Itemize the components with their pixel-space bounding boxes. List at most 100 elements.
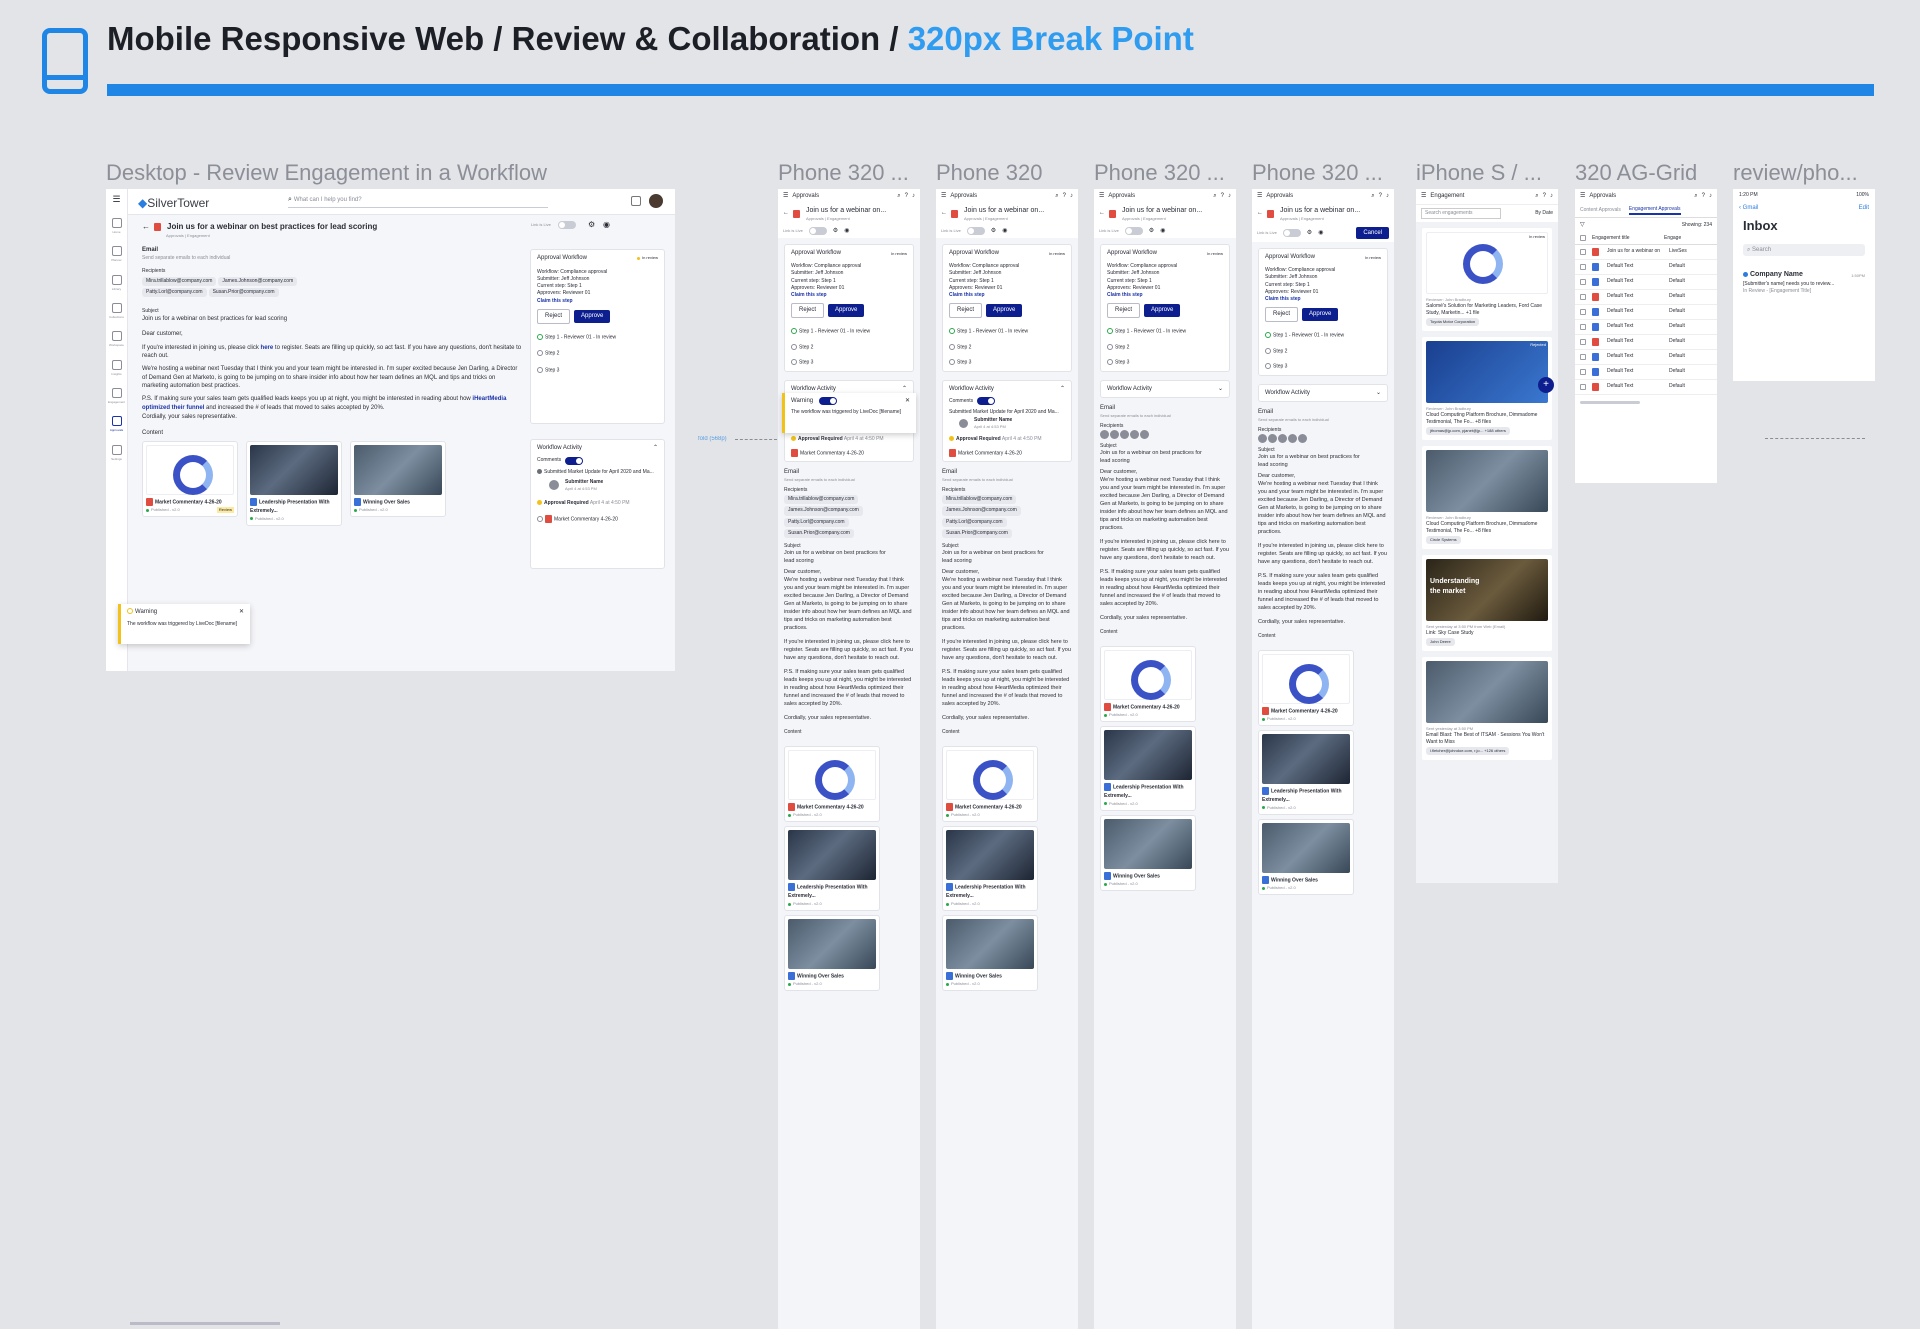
- add-fab-button[interactable]: +: [1538, 377, 1554, 394]
- recipient-avatar-icon[interactable]: [1100, 430, 1109, 440]
- help-icon[interactable]: ?: [1221, 192, 1224, 201]
- approvals-icon[interactable]: [111, 416, 122, 427]
- frame-label-phone-2[interactable]: Phone 320: [936, 160, 1076, 186]
- back-arrow-icon[interactable]: ←: [783, 209, 789, 218]
- row-checkbox[interactable]: [1580, 323, 1586, 330]
- content-card[interactable]: Market Commentary 4-26-20 Published - v2.…: [1100, 646, 1196, 723]
- grid-row[interactable]: Default Text Default: [1575, 380, 1717, 395]
- approvals-tab[interactable]: Approvals: [950, 192, 1051, 201]
- search-icon[interactable]: ⌕: [1055, 192, 1058, 201]
- recipient-chip[interactable]: James.Johnson@company.com: [218, 276, 298, 286]
- bell-icon[interactable]: ♪: [1550, 192, 1553, 201]
- content-card[interactable]: Market Commentary 4-26-20 Published - v2.…: [1258, 650, 1354, 727]
- help-icon[interactable]: ?: [1379, 192, 1382, 201]
- settings-gear-icon[interactable]: ⚙: [833, 227, 838, 236]
- frame-label-phone-3[interactable]: Phone 320 ...: [1094, 160, 1234, 186]
- reject-button[interactable]: Reject: [537, 308, 571, 324]
- reject-button[interactable]: Reject: [949, 303, 983, 318]
- link-live-toggle[interactable]: [808, 226, 827, 235]
- sidebar-item-engagement[interactable]: Engagement: [106, 400, 127, 404]
- breadcrumb[interactable]: Approvals | Engagement: [1280, 216, 1360, 222]
- search-icon[interactable]: ⌕: [1213, 192, 1216, 201]
- recipient-chip[interactable]: Susan.Prior@company.com: [784, 528, 854, 539]
- grid-row[interactable]: Default Text Default: [1575, 350, 1717, 365]
- settings-gear-icon[interactable]: ⚙: [991, 227, 996, 236]
- content-card[interactable]: Winning Over Sales Published - v2.0: [1258, 818, 1354, 895]
- row-checkbox[interactable]: [1580, 248, 1586, 255]
- recipient-avatar-icon[interactable]: [1140, 430, 1149, 440]
- recipient-chip[interactable]: Susan.Prior@company.com: [208, 287, 279, 298]
- recipient-chip[interactable]: Susan.Prior@company.com: [942, 528, 1012, 539]
- bell-icon[interactable]: ♪: [912, 192, 915, 201]
- bell-icon[interactable]: ♪: [1709, 192, 1712, 201]
- reject-button[interactable]: Reject: [1107, 303, 1141, 318]
- comments-toggle[interactable]: [565, 456, 584, 465]
- search-icon[interactable]: ⌕: [1694, 192, 1697, 201]
- search-icon[interactable]: ⌕: [897, 192, 900, 201]
- column-header[interactable]: Engage: [1664, 235, 1681, 242]
- inbox-message[interactable]: Company Name 1:50PM [Submitter's name] ne…: [1733, 262, 1875, 303]
- bell-icon[interactable]: ♪: [1228, 192, 1231, 201]
- breadcrumb[interactable]: Approvals | Engagement: [806, 216, 886, 222]
- row-checkbox[interactable]: [1580, 293, 1586, 300]
- approvals-tab[interactable]: Approvals: [1266, 192, 1367, 201]
- frame-label-aggrid[interactable]: 320 AG-Grid: [1575, 160, 1705, 186]
- engagement-card[interactable]: In review Reviewer: John Bradbury Salomé's…: [1422, 227, 1552, 332]
- filter-icon[interactable]: ▽: [1580, 221, 1585, 230]
- approve-button[interactable]: Approve: [1144, 304, 1181, 317]
- back-arrow-icon[interactable]: ←: [1099, 209, 1105, 218]
- content-card[interactable]: Market Commentary 4-26-20 Published - v2.…: [784, 746, 880, 823]
- help-icon[interactable]: ?: [905, 192, 908, 201]
- grid-row[interactable]: Default Text Default: [1575, 320, 1717, 335]
- engagement-approvals-tab[interactable]: Engagement Approvals: [1628, 206, 1681, 215]
- settings-icon[interactable]: [111, 444, 122, 455]
- reject-button[interactable]: Reject: [1265, 307, 1299, 322]
- menu-icon[interactable]: ☰: [1580, 192, 1585, 201]
- horizontal-scrollbar[interactable]: [1580, 400, 1640, 404]
- register-link[interactable]: here: [261, 345, 274, 351]
- frame-label-iphone-s[interactable]: iPhone S / ...: [1416, 160, 1546, 186]
- activity-item[interactable]: Market Commentary 4-26-20: [554, 517, 618, 523]
- sidebar-item-workspace[interactable]: Workspace: [106, 343, 127, 347]
- sidebar-item-collections[interactable]: Collections: [106, 315, 127, 319]
- sidebar-item-home[interactable]: Home: [106, 230, 127, 234]
- breadcrumb[interactable]: Approvals | Engagement: [1122, 216, 1202, 222]
- approvals-tab[interactable]: Approvals: [792, 192, 893, 201]
- engagement-icon[interactable]: [111, 388, 122, 399]
- row-checkbox[interactable]: [1580, 353, 1586, 360]
- recipient-chip[interactable]: James.Johnson@company.com: [784, 506, 863, 516]
- content-card[interactable]: Leadership Presentation With Extremely..…: [246, 440, 342, 526]
- recipient-avatar-icon[interactable]: [1288, 434, 1297, 444]
- recipient-chip[interactable]: Mira.trillablow@company.com: [942, 495, 1017, 505]
- engagement-card[interactable]: Sent yesterday at 3:50 PM Email Blast: Th…: [1422, 657, 1552, 761]
- menu-icon[interactable]: ☰: [941, 192, 946, 201]
- claim-step-link[interactable]: Claim this step: [949, 292, 1065, 299]
- menu-icon[interactable]: ☰: [1257, 192, 1262, 201]
- approve-button[interactable]: Approve: [828, 304, 865, 317]
- claim-step-link[interactable]: Claim this step: [537, 298, 658, 305]
- row-checkbox[interactable]: [1580, 263, 1586, 270]
- recipient-chip[interactable]: Patty.Lorl@company.com: [142, 287, 207, 298]
- recipient-avatar-icon[interactable]: [1110, 430, 1119, 440]
- content-card[interactable]: Leadership Presentation With Extremely..…: [1258, 730, 1354, 815]
- row-checkbox[interactable]: [1580, 383, 1586, 390]
- planner-icon[interactable]: [111, 246, 122, 257]
- menu-icon[interactable]: ☰: [1099, 192, 1104, 201]
- chevron-icon[interactable]: ⌃: [1060, 385, 1065, 394]
- frame-label-phone-4[interactable]: Phone 320 ...: [1252, 160, 1392, 186]
- canvas-scrollbar[interactable]: [130, 1322, 280, 1325]
- grid-row[interactable]: Default Text Default: [1575, 260, 1717, 275]
- frame-label-phone-1[interactable]: Phone 320 ...: [778, 160, 918, 186]
- recipient-chip[interactable]: James.Johnson@company.com: [942, 506, 1021, 516]
- claim-step-link[interactable]: Claim this step: [1107, 292, 1223, 299]
- grid-row[interactable]: Default Text Default: [1575, 290, 1717, 305]
- grid-row[interactable]: Default Text Default: [1575, 335, 1717, 350]
- search-input[interactable]: ⌕ What can I help you find?: [288, 195, 548, 208]
- recipient-chip[interactable]: Mira.trillablow@company.com: [142, 276, 217, 286]
- collections-icon[interactable]: [111, 303, 122, 314]
- content-card[interactable]: Market Commentary 4-26-20 Published - v2.…: [942, 746, 1038, 823]
- recipient-avatar-icon[interactable]: [1278, 434, 1287, 444]
- chat-icon[interactable]: [631, 196, 641, 206]
- content-card[interactable]: Winning Over Sales Published - v2.0: [1100, 814, 1196, 891]
- preview-eye-icon[interactable]: ◉: [1002, 227, 1007, 236]
